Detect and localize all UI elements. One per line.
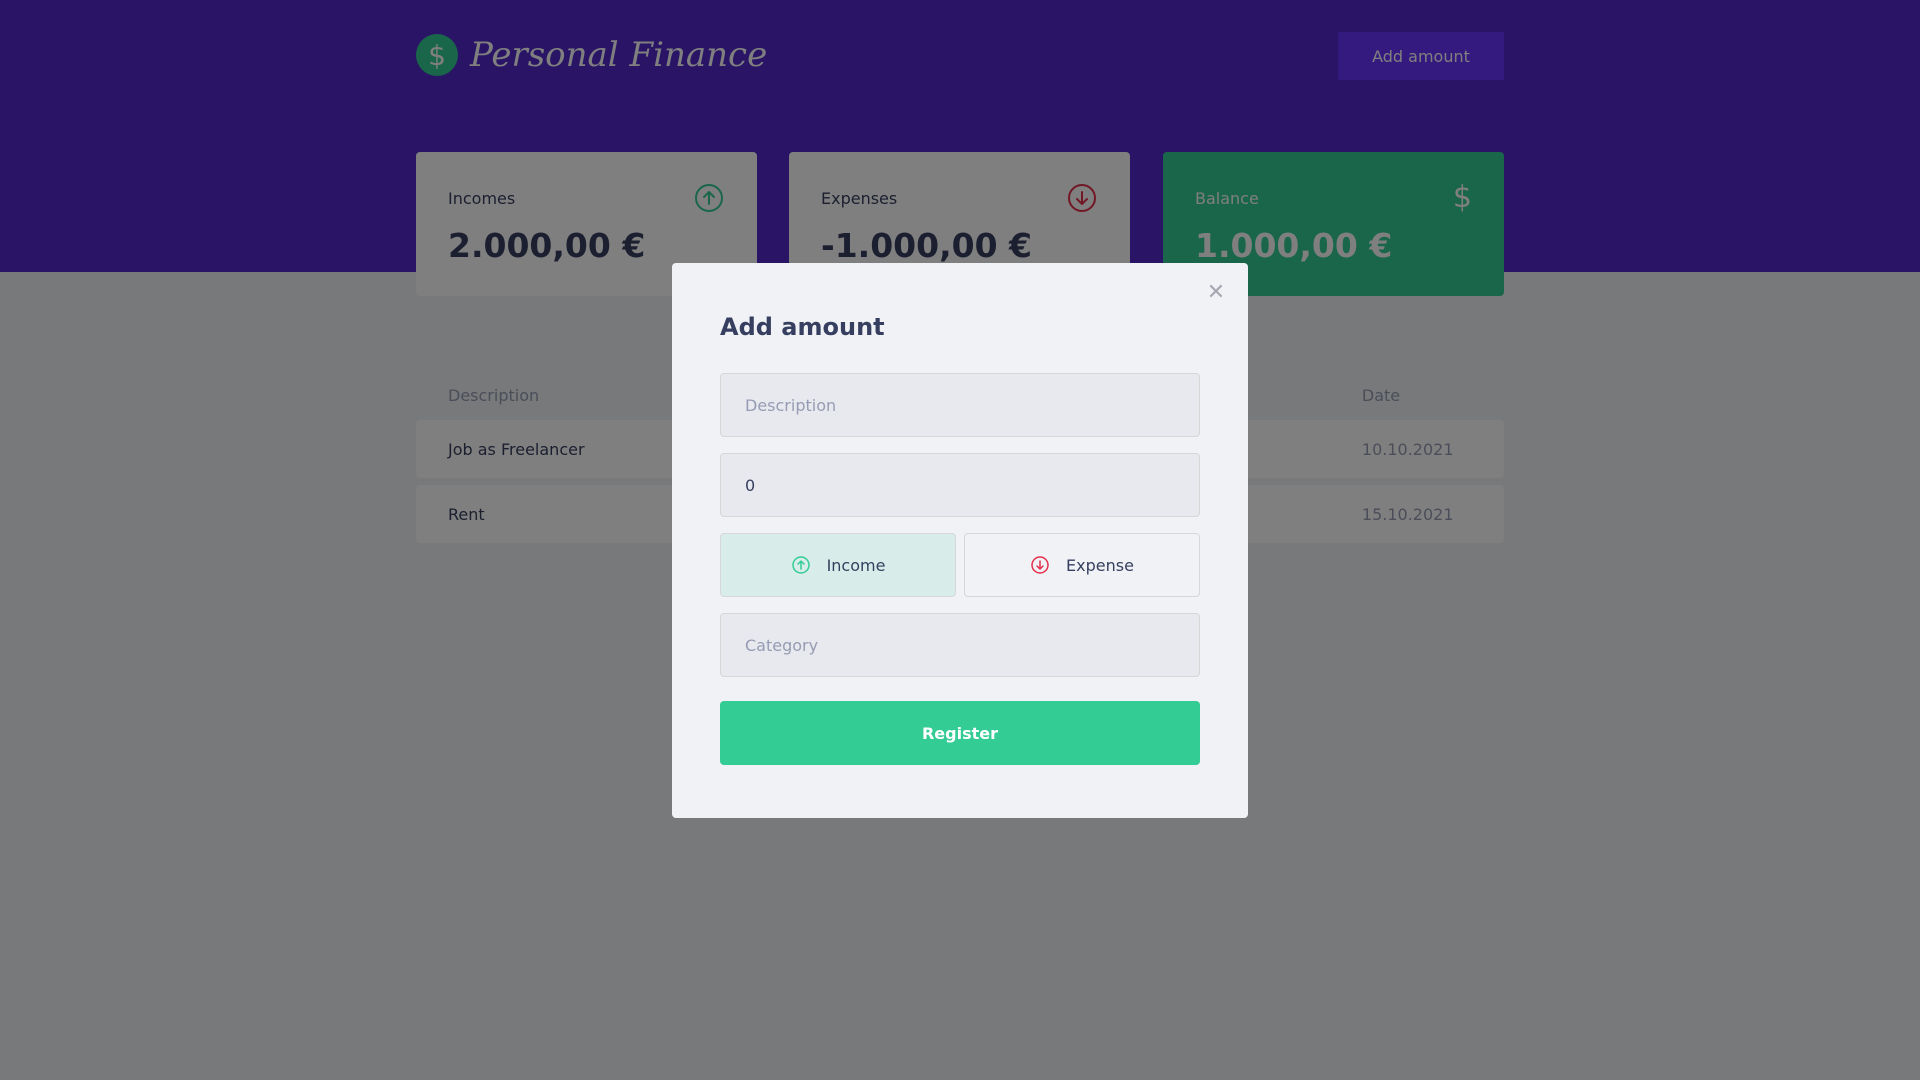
- register-button[interactable]: Register: [720, 701, 1200, 765]
- add-amount-modal: ✕ Add amount Income Expense Register: [672, 263, 1248, 818]
- arrow-down-circle-icon: [1031, 556, 1049, 574]
- description-input[interactable]: [720, 373, 1200, 437]
- expense-type-label: Expense: [1066, 555, 1134, 575]
- category-input[interactable]: [720, 613, 1200, 677]
- transaction-type-toggle: Income Expense: [720, 533, 1200, 597]
- modal-title: Add amount: [720, 313, 885, 341]
- income-type-label: Income: [826, 555, 886, 575]
- income-type-button[interactable]: Income: [720, 533, 956, 597]
- arrow-up-circle-icon: [791, 556, 810, 574]
- close-icon[interactable]: ✕: [1204, 281, 1228, 305]
- amount-input[interactable]: [720, 453, 1200, 517]
- expense-type-button[interactable]: Expense: [964, 533, 1200, 597]
